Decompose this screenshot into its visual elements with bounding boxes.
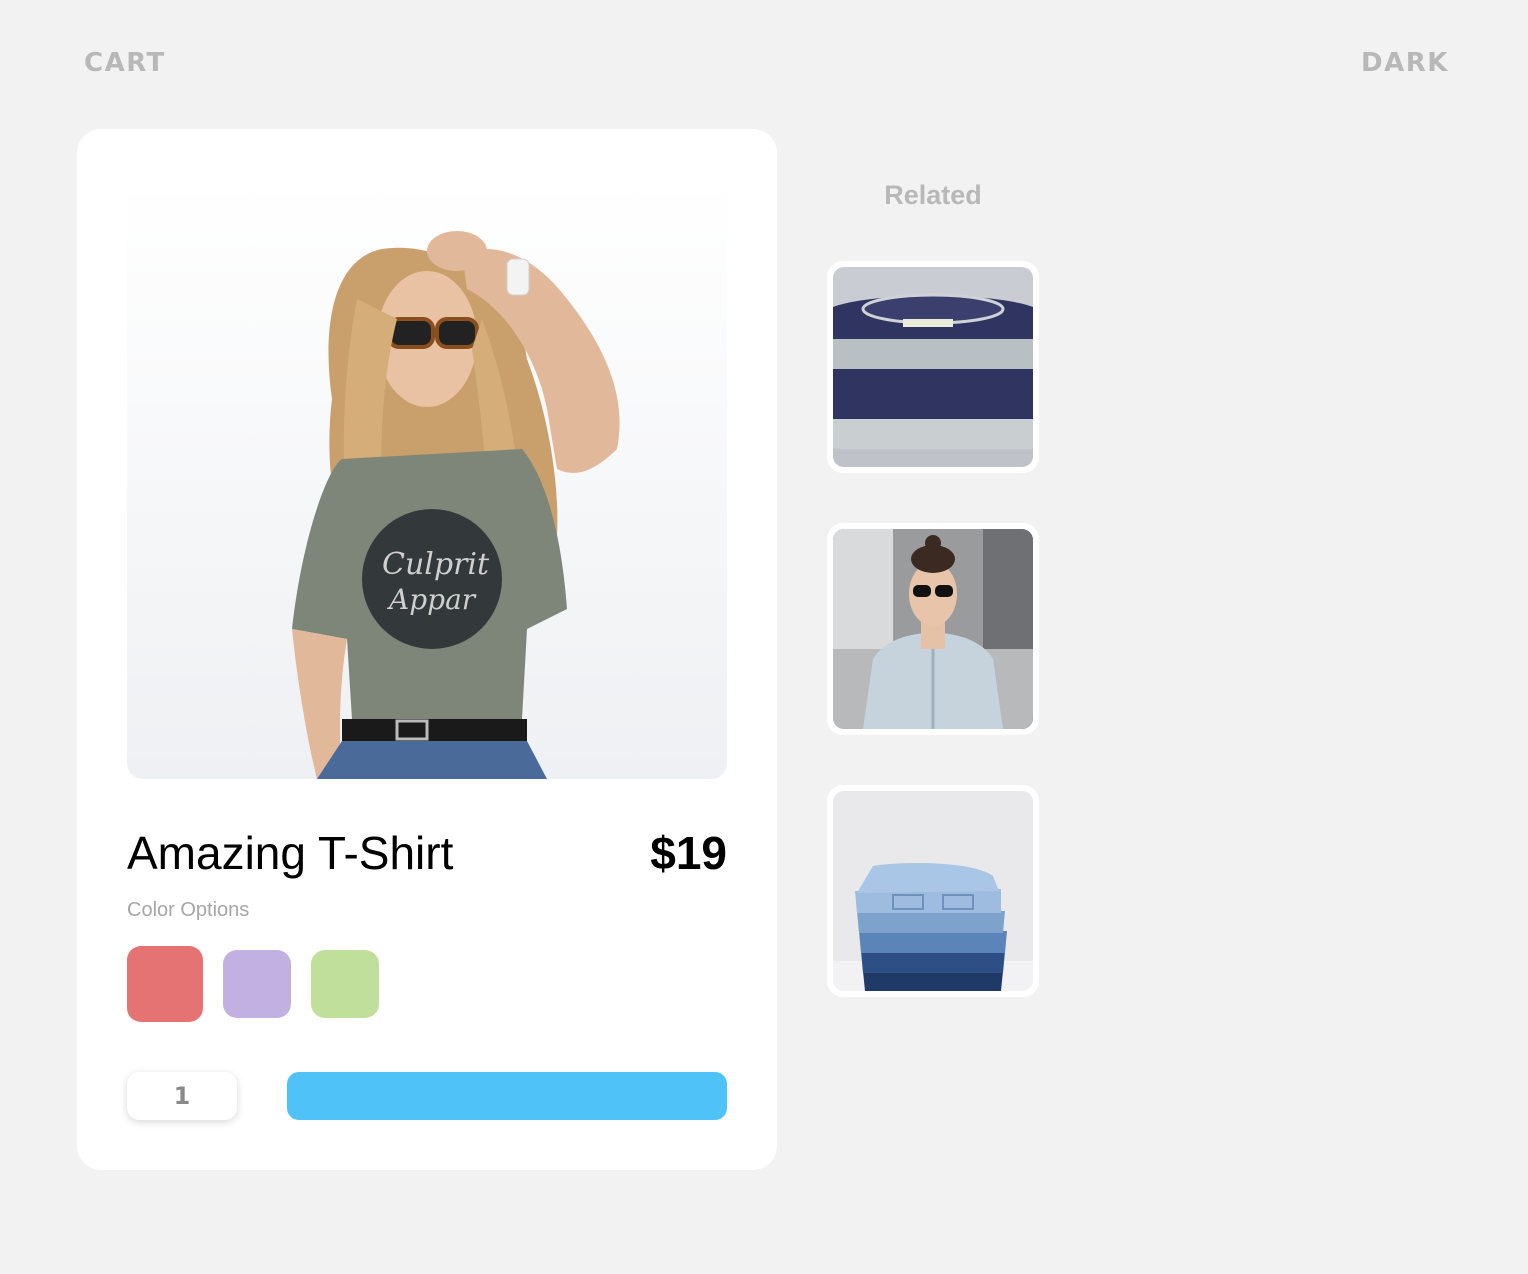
- svg-text:Appar: Appar: [386, 583, 477, 616]
- dark-mode-toggle[interactable]: DARK: [1361, 48, 1449, 78]
- svg-text:Culprit: Culprit: [382, 547, 490, 582]
- cart-link[interactable]: CART: [84, 48, 166, 78]
- product-price: $19: [650, 827, 727, 879]
- color-swatch-green[interactable]: [311, 950, 379, 1018]
- product-title: Amazing T-Shirt: [127, 827, 454, 879]
- add-to-cart-button[interactable]: [287, 1072, 727, 1120]
- quantity-input[interactable]: 1: [127, 1072, 237, 1120]
- color-options-label: Color Options: [127, 899, 250, 921]
- stacked-jeans-image: [833, 791, 1033, 991]
- related-heading: Related: [884, 180, 982, 210]
- product-image: Culprit Appar: [127, 179, 727, 779]
- color-swatch-purple[interactable]: [223, 950, 291, 1018]
- product-card: Culprit Appar Amazing T-Shirt $19 Color …: [77, 129, 777, 1170]
- related-item-denim-jacket[interactable]: [827, 523, 1039, 735]
- related-item-sweater[interactable]: [827, 261, 1039, 473]
- denim-jacket-image: [833, 529, 1033, 729]
- striped-sweater-image: [833, 267, 1033, 467]
- related-item-jeans[interactable]: [827, 785, 1039, 997]
- color-swatch-red[interactable]: [127, 946, 203, 1022]
